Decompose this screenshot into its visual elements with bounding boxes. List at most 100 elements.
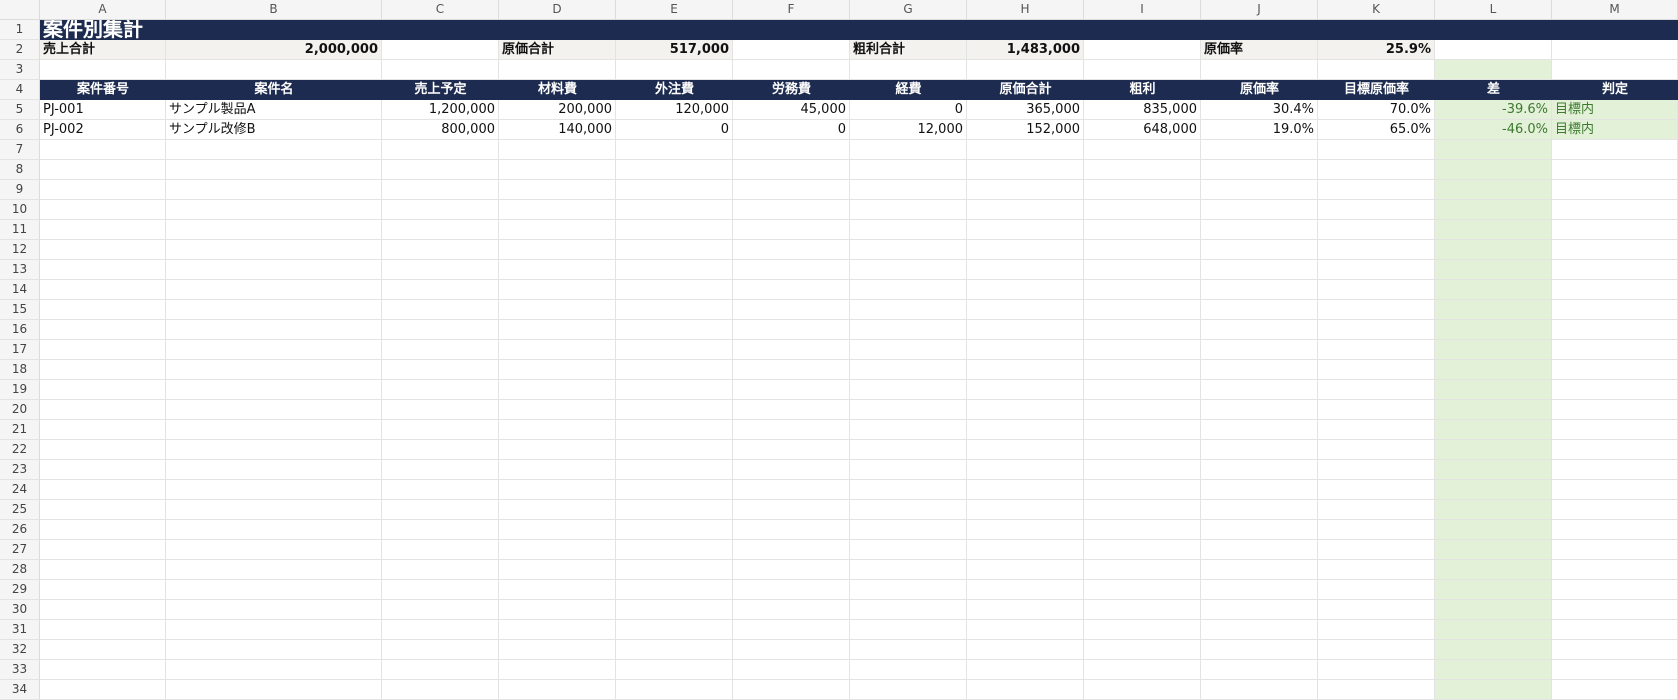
empty-cell[interactable] — [40, 160, 166, 180]
table-cell[interactable]: 45,000 — [733, 100, 850, 120]
empty-cell[interactable] — [1201, 140, 1318, 160]
empty-cell[interactable] — [967, 200, 1084, 220]
empty-cell[interactable] — [1435, 380, 1552, 400]
empty-cell[interactable] — [1084, 400, 1201, 420]
empty-cell[interactable] — [499, 180, 616, 200]
empty-cell[interactable] — [616, 660, 733, 680]
empty-cell[interactable] — [1318, 300, 1435, 320]
cost-rate-value[interactable]: 25.9% — [1318, 40, 1435, 60]
title-band-cell[interactable] — [616, 20, 733, 40]
empty-cell[interactable] — [1318, 220, 1435, 240]
table-cell[interactable]: 70.0% — [1318, 100, 1435, 120]
table-cell[interactable]: 120,000 — [616, 100, 733, 120]
empty-cell[interactable] — [499, 560, 616, 580]
empty-cell[interactable] — [166, 340, 382, 360]
title-band-cell[interactable] — [967, 20, 1084, 40]
row-header-1[interactable]: 1 — [0, 20, 40, 40]
spreadsheet-grid[interactable]: A B C D E F G H I J K L M 1 案件別集計 2 売上合計 2,000,000 原価合計 517… — [0, 0, 1678, 700]
empty-cell[interactable] — [850, 260, 967, 280]
table-cell[interactable]: 648,000 — [1084, 120, 1201, 140]
empty-cell[interactable] — [1201, 680, 1318, 700]
empty-cell[interactable] — [166, 260, 382, 280]
empty-cell[interactable] — [616, 500, 733, 520]
empty-cell[interactable] — [1435, 240, 1552, 260]
empty-cell[interactable] — [1318, 520, 1435, 540]
empty-cell[interactable] — [40, 560, 166, 580]
title-band-cell[interactable] — [850, 20, 967, 40]
empty-cell[interactable] — [616, 360, 733, 380]
empty-cell[interactable] — [166, 440, 382, 460]
row-header-17[interactable]: 17 — [0, 340, 40, 360]
empty-cell[interactable] — [382, 300, 499, 320]
column-header-g[interactable]: G — [850, 0, 967, 20]
empty-cell[interactable] — [1552, 600, 1678, 620]
empty-cell[interactable] — [967, 300, 1084, 320]
empty-cell[interactable] — [1435, 460, 1552, 480]
empty-cell[interactable] — [733, 360, 850, 380]
table-cell[interactable]: 140,000 — [499, 120, 616, 140]
empty-cell[interactable] — [616, 580, 733, 600]
table-header-10[interactable]: 原価率 — [1201, 80, 1318, 100]
empty-cell[interactable] — [1084, 160, 1201, 180]
empty-cell[interactable] — [382, 540, 499, 560]
empty-cell[interactable] — [40, 240, 166, 260]
empty-cell[interactable] — [1318, 460, 1435, 480]
empty-cell[interactable] — [1435, 620, 1552, 640]
empty-cell[interactable] — [40, 400, 166, 420]
table-cell[interactable]: 365,000 — [967, 100, 1084, 120]
row-header-3[interactable]: 3 — [0, 60, 40, 80]
empty-cell[interactable] — [850, 540, 967, 560]
empty-cell[interactable] — [1084, 500, 1201, 520]
empty-cell[interactable] — [382, 500, 499, 520]
empty-cell[interactable] — [1084, 420, 1201, 440]
empty-cell[interactable] — [850, 160, 967, 180]
empty-cell[interactable] — [1084, 520, 1201, 540]
empty-cell[interactable] — [967, 260, 1084, 280]
empty-cell[interactable] — [733, 480, 850, 500]
empty-cell[interactable] — [382, 660, 499, 680]
empty-cell[interactable] — [499, 440, 616, 460]
column-header-e[interactable]: E — [616, 0, 733, 20]
empty-cell[interactable] — [1201, 240, 1318, 260]
empty-cell[interactable] — [1552, 420, 1678, 440]
empty-cell[interactable] — [967, 500, 1084, 520]
title-band-cell[interactable] — [1435, 20, 1552, 40]
empty-cell[interactable] — [1084, 280, 1201, 300]
table-header-5[interactable]: 外注費 — [616, 80, 733, 100]
table-cell[interactable]: 152,000 — [967, 120, 1084, 140]
column-header-k[interactable]: K — [1318, 0, 1435, 20]
empty-cell[interactable] — [967, 160, 1084, 180]
empty-cell[interactable] — [733, 220, 850, 240]
cell[interactable] — [733, 40, 850, 60]
row-header-18[interactable]: 18 — [0, 360, 40, 380]
empty-cell[interactable] — [499, 420, 616, 440]
empty-cell[interactable] — [850, 240, 967, 260]
row-header-26[interactable]: 26 — [0, 520, 40, 540]
empty-cell[interactable] — [733, 300, 850, 320]
title-band-cell[interactable] — [1552, 20, 1678, 40]
title-band-cell[interactable] — [382, 20, 499, 40]
empty-cell[interactable] — [1552, 520, 1678, 540]
empty-cell[interactable] — [499, 640, 616, 660]
row-header-19[interactable]: 19 — [0, 380, 40, 400]
table-header-1[interactable]: 案件番号 — [40, 80, 166, 100]
empty-cell[interactable] — [382, 260, 499, 280]
empty-cell[interactable] — [967, 460, 1084, 480]
row-header-9[interactable]: 9 — [0, 180, 40, 200]
empty-cell[interactable] — [1435, 340, 1552, 360]
empty-cell[interactable] — [499, 360, 616, 380]
column-header-f[interactable]: F — [733, 0, 850, 20]
row-header-13[interactable]: 13 — [0, 260, 40, 280]
empty-cell[interactable] — [166, 500, 382, 520]
empty-cell[interactable] — [1201, 480, 1318, 500]
row-header-29[interactable]: 29 — [0, 580, 40, 600]
title-band-cell[interactable] — [499, 20, 616, 40]
empty-cell[interactable] — [382, 200, 499, 220]
row-header-5[interactable]: 5 — [0, 100, 40, 120]
empty-cell[interactable] — [40, 680, 166, 700]
empty-cell[interactable] — [1201, 380, 1318, 400]
empty-cell[interactable] — [1435, 540, 1552, 560]
table-header-7[interactable]: 経費 — [850, 80, 967, 100]
empty-cell[interactable] — [1318, 540, 1435, 560]
empty-cell[interactable] — [40, 600, 166, 620]
